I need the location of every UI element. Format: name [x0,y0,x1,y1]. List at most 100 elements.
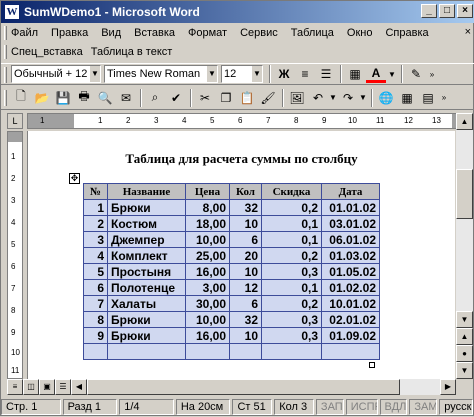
status-overtype[interactable]: ЗАМ [409,399,438,415]
more-standard-icon[interactable]: » [439,88,449,108]
table-cell[interactable]: 0,3 [261,263,322,280]
menu-insert[interactable]: Вставка [134,27,175,39]
table-cell[interactable]: 03.01.02 [321,215,380,232]
table-row[interactable]: 8 Брюки 10,00 32 0,3 02.01.02 [83,311,380,328]
style-combo[interactable]: Обычный + 12 г ▼ [11,65,101,83]
table-to-text-button[interactable]: Таблица в текст [91,46,173,58]
table-cell[interactable]: 01.05.02 [321,263,380,280]
menu-table[interactable]: Таблица [291,27,334,39]
table-cell[interactable]: 0,3 [261,311,322,328]
table-cell[interactable]: 0,1 [261,231,322,248]
format-painter-icon[interactable]: 🖌 [258,88,278,108]
table-row[interactable]: 5 Простыня 16,00 10 0,3 01.05.02 [83,263,380,280]
horizontal-ruler[interactable]: 1 1 2 3 4 5 6 7 8 9 10 11 12 13 [27,113,463,129]
table-cell[interactable] [321,343,380,360]
table-cell[interactable]: Комплект [107,247,186,264]
column-header[interactable]: № [83,183,108,200]
formatting-toolbar-grip[interactable] [4,67,7,83]
scroll-thumb[interactable] [456,169,473,219]
align-justify-icon[interactable]: ☰ [316,64,336,84]
table-cell[interactable]: Джемпер [107,231,186,248]
custom-toolbar-grip[interactable] [4,45,7,59]
table-row[interactable]: 7 Халаты 30,00 6 0,2 10.01.02 [83,295,380,312]
open-folder-icon[interactable]: 📂 [32,88,52,108]
table-cell[interactable]: 02.01.02 [321,311,380,328]
column-header[interactable]: Дата [321,183,380,200]
table-cell[interactable]: 01.01.02 [321,199,380,216]
table-cell[interactable]: 5 [83,263,108,280]
email-icon[interactable]: ✉ [116,88,136,108]
scroll-up-icon[interactable]: ▲ [456,113,473,130]
column-header[interactable]: Кол [229,183,262,200]
table-cell[interactable]: 1 [83,199,108,216]
redo-icon[interactable]: ↷ [338,88,358,108]
redo-dropdown-icon[interactable]: ▼ [359,88,367,108]
scroll-left-icon[interactable]: ◀ [71,379,87,395]
table-move-handle-icon[interactable]: ✥ [69,173,80,184]
table-cell[interactable]: 0,2 [261,199,322,216]
table-cell[interactable]: 01.03.02 [321,247,380,264]
table-cell[interactable]: 0,3 [261,327,322,344]
table-cell[interactable]: 25,00 [185,247,230,264]
vertical-ruler[interactable]: 1 2 3 4 5 6 7 8 9 10 11 [7,131,23,379]
minimize-button[interactable]: _ [421,4,437,18]
table-cell[interactable]: 06.01.02 [321,231,380,248]
menu-view[interactable]: Вид [101,27,121,39]
table-cell[interactable]: 10,00 [185,311,230,328]
table-cell[interactable]: 7 [83,295,108,312]
table-cell[interactable]: 2 [83,215,108,232]
table-cell[interactable]: 9 [83,327,108,344]
table-cell[interactable]: 8 [83,311,108,328]
paste-special-button[interactable]: Спец_вставка [11,46,83,58]
style-dropdown-arrow[interactable]: ▼ [89,66,100,82]
align-center-icon[interactable]: ≡ [295,64,315,84]
font-combo[interactable]: Times New Roman ▼ [104,65,218,83]
undo-dropdown-icon[interactable]: ▼ [329,88,337,108]
table-cell[interactable]: 16,00 [185,263,230,280]
table-cell[interactable] [107,343,186,360]
document-page[interactable]: Таблица для расчета суммы по столбцу ✥ №… [27,131,455,379]
table-row[interactable]: 2 Костюм 18,00 10 0,1 03.01.02 [83,215,380,232]
table-cell[interactable]: Брюки [107,199,186,216]
table-row[interactable] [83,343,380,360]
table-cell[interactable]: Брюки [107,311,186,328]
table-cell[interactable]: 8,00 [185,199,230,216]
table-cell[interactable]: 0,2 [261,295,322,312]
title-bar[interactable]: W SumWDemo1 - Microsoft Word _ □ × [1,1,474,23]
select-browse-object-icon[interactable]: ● [456,345,473,362]
status-track[interactable]: ИСПР [345,399,378,415]
paste-icon[interactable]: 📋 [237,88,257,108]
tab-selector[interactable]: L [7,113,23,129]
menu-file[interactable]: Файл [11,27,38,39]
table-cell[interactable]: 01.02.02 [321,279,380,296]
table-cell[interactable]: 6 [83,279,108,296]
menu-format[interactable]: Формат [188,27,227,39]
table-cell[interactable]: 32 [229,199,262,216]
search-icon[interactable]: ⌕ [145,88,165,108]
table-cell[interactable]: Халаты [107,295,186,312]
column-header[interactable]: Название [107,183,186,200]
menu-edit[interactable]: Правка [51,27,88,39]
table-cell[interactable]: 4 [83,247,108,264]
table-cell[interactable]: 32 [229,311,262,328]
table-cell[interactable] [83,343,108,360]
table-row[interactable]: 6 Полотенце 3,00 12 0,1 01.02.02 [83,279,380,296]
table-cell[interactable]: 10 [229,215,262,232]
pen-icon[interactable]: ✎ [406,64,426,84]
font-color-button[interactable]: A [366,65,386,83]
close-button[interactable]: × [457,4,473,18]
vertical-scrollbar[interactable]: ▲ ▼ ▲ ● ▼ [456,113,473,379]
menu-window[interactable]: Окно [347,27,373,39]
data-table[interactable]: № Название Цена Кол Скидка Дата 1 Брюки 8,00 32 0… [83,183,380,360]
table-row[interactable]: 1 Брюки 8,00 32 0,2 01.01.02 [83,199,380,216]
spelling-icon[interactable]: ✔ [166,88,186,108]
status-rec[interactable]: ЗАП [315,399,344,415]
previous-page-icon[interactable]: ▲ [456,328,473,345]
table-cell[interactable]: 16,00 [185,327,230,344]
table-cell[interactable]: 3,00 [185,279,230,296]
horizontal-scroll-thumb[interactable] [87,379,400,395]
table-cell[interactable]: Костюм [107,215,186,232]
font-size-dropdown-arrow[interactable]: ▼ [251,66,262,82]
table-cell[interactable]: 0,2 [261,247,322,264]
table-cell[interactable]: 6 [229,231,262,248]
